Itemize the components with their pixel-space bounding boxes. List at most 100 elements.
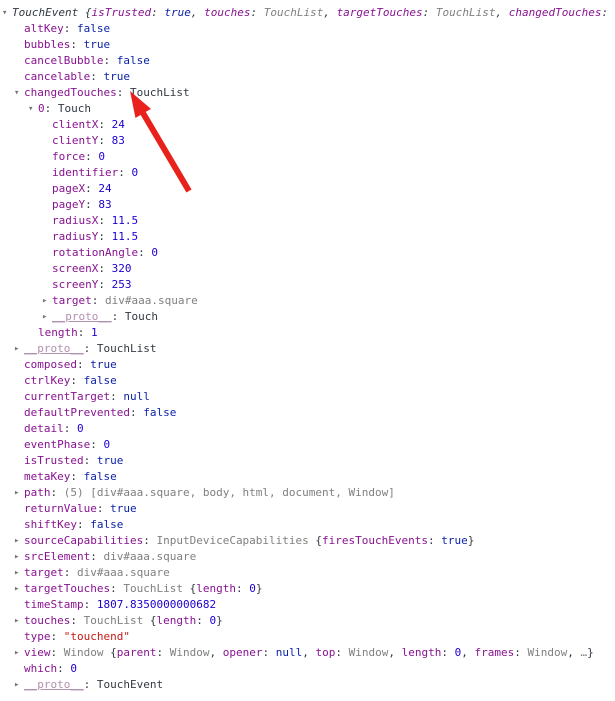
property-name: detail bbox=[24, 422, 64, 435]
property-name: cancelable bbox=[24, 70, 91, 83]
property-row[interactable]: touches: TouchList {length: 0} bbox=[0, 613, 615, 629]
property-row[interactable]: targetTouches: TouchList {length: 0} bbox=[0, 581, 615, 597]
value-punct: : bbox=[129, 406, 144, 419]
property-row[interactable]: ctrlKey: false bbox=[0, 373, 615, 389]
value-punct: , bbox=[323, 6, 337, 19]
property-row[interactable]: isTrusted: true bbox=[0, 453, 615, 469]
value-punct: : bbox=[98, 278, 112, 291]
value-punct: : bbox=[98, 262, 112, 275]
property-row[interactable]: target: div#aaa.square bbox=[0, 565, 615, 581]
property-row[interactable]: cancelable: true bbox=[0, 69, 615, 85]
property-row[interactable]: 0: Touch bbox=[0, 101, 615, 117]
value-punct: , bbox=[495, 6, 509, 19]
property-name: screenY bbox=[52, 278, 99, 291]
property-row[interactable]: __proto__: Touch bbox=[0, 309, 615, 325]
property-row[interactable]: radiusY: 11.5 bbox=[0, 229, 615, 245]
console-object-inspector: TouchEvent { isTrusted: true, touches: To… bbox=[0, 0, 615, 701]
object-header-row[interactable]: TouchEvent {isTrusted: true, touches: To… bbox=[0, 5, 615, 21]
disclosure-triangle-collapsed[interactable] bbox=[14, 581, 24, 597]
property-row[interactable]: view: Window {parent: Window, opener: nu… bbox=[0, 645, 615, 661]
property-row[interactable]: srcElement: div#aaa.square bbox=[0, 549, 615, 565]
preview-value: true bbox=[441, 534, 468, 547]
disclosure-triangle-collapsed[interactable] bbox=[14, 677, 24, 693]
property-row[interactable]: defaultPrevented: false bbox=[0, 405, 615, 421]
property-row[interactable]: sourceCapabilities: InputDeviceCapabilit… bbox=[0, 533, 615, 549]
property-row[interactable]: composed: true bbox=[0, 357, 615, 373]
disclosure-triangle-collapsed[interactable] bbox=[14, 645, 24, 661]
property-row[interactable]: path: (5) [div#aaa.square, body, html, d… bbox=[0, 485, 615, 501]
value-punct: : bbox=[44, 102, 58, 115]
disclosure-triangle-expanded[interactable] bbox=[14, 85, 24, 101]
disclosure-triangle-collapsed[interactable] bbox=[42, 293, 52, 309]
disclosure-triangle-collapsed[interactable] bbox=[14, 533, 24, 549]
preview-value: true bbox=[164, 6, 191, 19]
disclosure-triangle-collapsed[interactable] bbox=[14, 341, 24, 357]
property-row[interactable]: length: 1 bbox=[0, 325, 615, 341]
property-row[interactable]: force: 0 bbox=[0, 149, 615, 165]
property-row[interactable]: changedTouches: TouchList bbox=[0, 85, 615, 101]
object-constructor-name: TouchEvent bbox=[12, 6, 79, 19]
disclosure-triangle-collapsed[interactable] bbox=[14, 613, 24, 629]
property-row[interactable]: which: 0 bbox=[0, 661, 615, 677]
property-row[interactable]: timeStamp: 1807.8350000000682 bbox=[0, 597, 615, 613]
property-row[interactable]: clientY: 83 bbox=[0, 133, 615, 149]
property-value: (5) [div#aaa.square, body, html, documen… bbox=[63, 486, 395, 499]
property-row[interactable]: pageX: 24 bbox=[0, 181, 615, 197]
property-row[interactable]: __proto__: TouchList bbox=[0, 341, 615, 357]
property-name: cancelBubble bbox=[24, 54, 104, 67]
property-row[interactable]: bubbles: true bbox=[0, 37, 615, 53]
property-value: 0 bbox=[131, 166, 139, 179]
property-row[interactable]: metaKey: false bbox=[0, 469, 615, 485]
disclosure-triangle-collapsed[interactable] bbox=[42, 309, 52, 325]
property-value: false bbox=[83, 470, 117, 483]
property-row[interactable]: pageY: 83 bbox=[0, 197, 615, 213]
disclosure-triangle-collapsed[interactable] bbox=[14, 565, 24, 581]
property-row[interactable]: clientX: 24 bbox=[0, 117, 615, 133]
property-name: 0 bbox=[38, 102, 45, 115]
value-punct: : bbox=[103, 54, 117, 67]
property-row[interactable]: rotationAngle: 0 bbox=[0, 245, 615, 261]
property-row[interactable]: screenX: 320 bbox=[0, 261, 615, 277]
value-punct: { bbox=[110, 646, 117, 659]
property-row[interactable]: altKey: false bbox=[0, 21, 615, 37]
property-name: pageY bbox=[52, 198, 86, 211]
property-row[interactable]: target: div#aaa.square bbox=[0, 293, 615, 309]
preview-value: 0 bbox=[249, 582, 256, 595]
disclosure-triangle-expanded[interactable] bbox=[2, 5, 12, 21]
property-row[interactable]: returnValue: true bbox=[0, 501, 615, 517]
property-row[interactable]: cancelBubble: false bbox=[0, 53, 615, 69]
property-row[interactable]: detail: 0 bbox=[0, 421, 615, 437]
property-value: false bbox=[90, 518, 124, 531]
property-name: altKey bbox=[24, 22, 64, 35]
property-value: 0 bbox=[151, 246, 158, 259]
property-row[interactable]: currentTarget: null bbox=[0, 389, 615, 405]
value-punct: : bbox=[156, 646, 170, 659]
object-tree[interactable]: TouchEvent { isTrusted: true, touches: To… bbox=[0, 5, 615, 693]
property-row[interactable]: radiusX: 11.5 bbox=[0, 213, 615, 229]
value-punct: : bbox=[50, 646, 64, 659]
property-value: Touch bbox=[124, 310, 158, 323]
property-name: clientX bbox=[52, 118, 99, 131]
property-name: touches bbox=[24, 614, 71, 627]
property-row[interactable]: type: "touchend" bbox=[0, 629, 615, 645]
property-row[interactable]: identifier: 0 bbox=[0, 165, 615, 181]
disclosure-triangle-expanded[interactable] bbox=[28, 101, 38, 117]
value-punct: : bbox=[335, 646, 349, 659]
property-row[interactable]: eventPhase: 0 bbox=[0, 437, 615, 453]
property-name: type bbox=[24, 630, 51, 643]
disclosure-triangle-collapsed[interactable] bbox=[14, 549, 24, 565]
property-value: false bbox=[83, 374, 117, 387]
value-punct: : bbox=[110, 582, 124, 595]
disclosure-triangle-collapsed[interactable] bbox=[14, 485, 24, 501]
property-name: path bbox=[24, 486, 51, 499]
property-name: rotationAngle bbox=[52, 246, 139, 259]
value-punct: : bbox=[98, 134, 112, 147]
property-name: changedTouches bbox=[24, 86, 117, 99]
property-value: 11.5 bbox=[111, 230, 139, 243]
value-punct: : bbox=[90, 438, 104, 451]
property-row[interactable]: screenY: 253 bbox=[0, 277, 615, 293]
preview-key: length bbox=[401, 646, 442, 659]
property-row[interactable]: __proto__: TouchEvent bbox=[0, 677, 615, 693]
property-row[interactable]: shiftKey: false bbox=[0, 517, 615, 533]
value-punct: : bbox=[83, 454, 97, 467]
